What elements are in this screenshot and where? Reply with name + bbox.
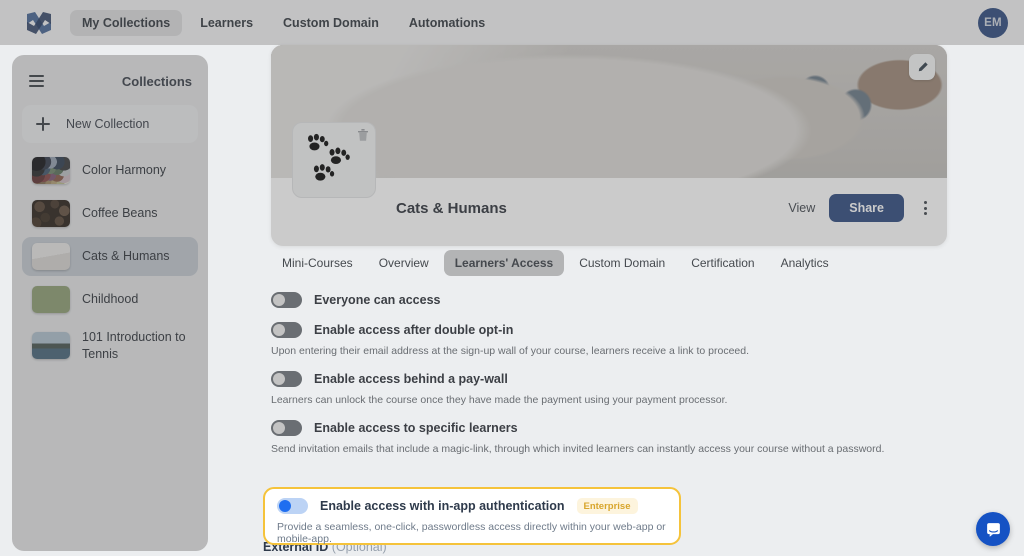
collection-label: Coffee Beans xyxy=(82,206,158,221)
collection-label: Childhood xyxy=(82,292,139,307)
setting-pay-wall: Enable access behind a pay-wall Learners… xyxy=(271,371,1024,406)
new-collection-button[interactable]: New Collection xyxy=(22,105,198,143)
collection-thumbnail xyxy=(32,243,70,270)
setting-label: Enable access after double opt-in xyxy=(314,323,514,337)
brand-logo-icon[interactable] xyxy=(24,10,54,36)
setting-description: Learners can unlock the course once they… xyxy=(271,394,728,406)
toggle-double-opt-in[interactable] xyxy=(271,322,302,338)
sidebar-item-coffee-beans[interactable]: Coffee Beans xyxy=(22,194,198,233)
collection-title: Cats & Humans xyxy=(396,200,507,217)
setting-everyone-can-access: Everyone can access xyxy=(271,292,1024,308)
tab-mini-courses[interactable]: Mini-Courses xyxy=(271,250,364,276)
toggle-specific-learners[interactable] xyxy=(271,420,302,436)
view-button[interactable]: View xyxy=(788,201,815,215)
collection-thumbnail xyxy=(32,200,70,227)
share-button[interactable]: Share xyxy=(829,194,904,222)
collection-actions: View Share xyxy=(788,194,933,222)
collection-logo-tile[interactable] xyxy=(292,122,376,198)
chat-widget-button[interactable] xyxy=(976,512,1010,546)
setting-label: Enable access behind a pay-wall xyxy=(314,372,508,386)
sidebar-item-cats-and-humans[interactable]: Cats & Humans xyxy=(22,237,198,276)
setting-description: Send invitation emails that include a ma… xyxy=(271,443,885,455)
setting-in-app-authentication-highlighted: Enable access with in-app authentication… xyxy=(263,487,681,545)
collection-label: 101 Introduction to Tennis xyxy=(82,330,186,361)
app-root: My Collections Learners Custom Domain Au… xyxy=(0,0,1024,556)
kebab-menu-icon[interactable] xyxy=(918,197,933,219)
setting-label: Everyone can access xyxy=(314,293,441,307)
setting-double-opt-in: Enable access after double opt-in Upon e… xyxy=(271,322,1024,357)
tab-analytics[interactable]: Analytics xyxy=(770,250,840,276)
tab-certification[interactable]: Certification xyxy=(680,250,765,276)
collection-label: Cats & Humans xyxy=(82,249,170,264)
trash-icon[interactable] xyxy=(358,129,368,141)
sidebar-header: Collections xyxy=(22,65,198,97)
collection-list: Color Harmony Coffee Beans Cats & Humans… xyxy=(22,151,198,369)
edit-hero-button[interactable] xyxy=(909,54,935,80)
collection-thumbnail xyxy=(32,157,70,184)
toggle-everyone-can-access[interactable] xyxy=(271,292,302,308)
sidebar-title: Collections xyxy=(121,73,192,89)
collection-card-body: Cats & Humans View Share xyxy=(271,122,947,246)
collection-thumbnail xyxy=(32,286,70,313)
dimmed-page-layer: My Collections Learners Custom Domain Au… xyxy=(0,0,1024,556)
setting-header: Enable access with in-app authentication… xyxy=(277,498,667,514)
setting-specific-learners: Enable access to specific learners Send … xyxy=(271,420,1024,455)
chat-bubble-icon xyxy=(986,522,1000,537)
collections-sidebar: Collections New Collection Color Harmony… xyxy=(12,55,208,551)
tab-custom-domain[interactable]: Custom Domain xyxy=(568,250,676,276)
setting-description: Provide a seamless, one-click, passwordl… xyxy=(277,521,666,545)
learners-access-settings: Everyone can access Enable access after … xyxy=(271,292,1024,469)
new-collection-label: New Collection xyxy=(66,117,150,131)
collection-thumbnail xyxy=(32,332,70,360)
setting-header: Everyone can access xyxy=(271,292,1024,308)
tab-learners-access[interactable]: Learners' Access xyxy=(443,250,565,276)
collection-label: Color Harmony xyxy=(82,163,167,178)
hamburger-icon[interactable] xyxy=(26,72,47,90)
setting-header: Enable access behind a pay-wall xyxy=(271,371,1024,387)
sidebar-item-color-harmony[interactable]: Color Harmony xyxy=(22,151,198,190)
collection-tabs: Mini-Courses Overview Learners' Access C… xyxy=(271,250,840,276)
sidebar-item-101-introduction-to-tennis[interactable]: 101 Introduction to Tennis xyxy=(22,323,198,369)
setting-label: Enable access to specific learners xyxy=(314,421,518,435)
toggle-in-app-authentication[interactable] xyxy=(277,498,308,514)
pencil-icon xyxy=(918,61,928,71)
collection-header-card: Cats & Humans View Share xyxy=(271,45,947,246)
nav-item-my-collections[interactable]: My Collections xyxy=(70,9,183,36)
plus-icon xyxy=(36,117,50,131)
tab-overview[interactable]: Overview xyxy=(368,250,440,276)
setting-label: Enable access with in-app authentication xyxy=(320,499,565,513)
setting-header: Enable access to specific learners xyxy=(271,420,1024,436)
sidebar-item-childhood[interactable]: Childhood xyxy=(22,280,198,319)
main-content: Cats & Humans View Share Mini-Courses Ov… xyxy=(218,0,1024,556)
setting-description: Upon entering their email address at the… xyxy=(271,345,750,357)
setting-header: Enable access after double opt-in xyxy=(271,322,1024,338)
toggle-pay-wall[interactable] xyxy=(271,371,302,387)
enterprise-badge: Enterprise xyxy=(576,498,638,514)
